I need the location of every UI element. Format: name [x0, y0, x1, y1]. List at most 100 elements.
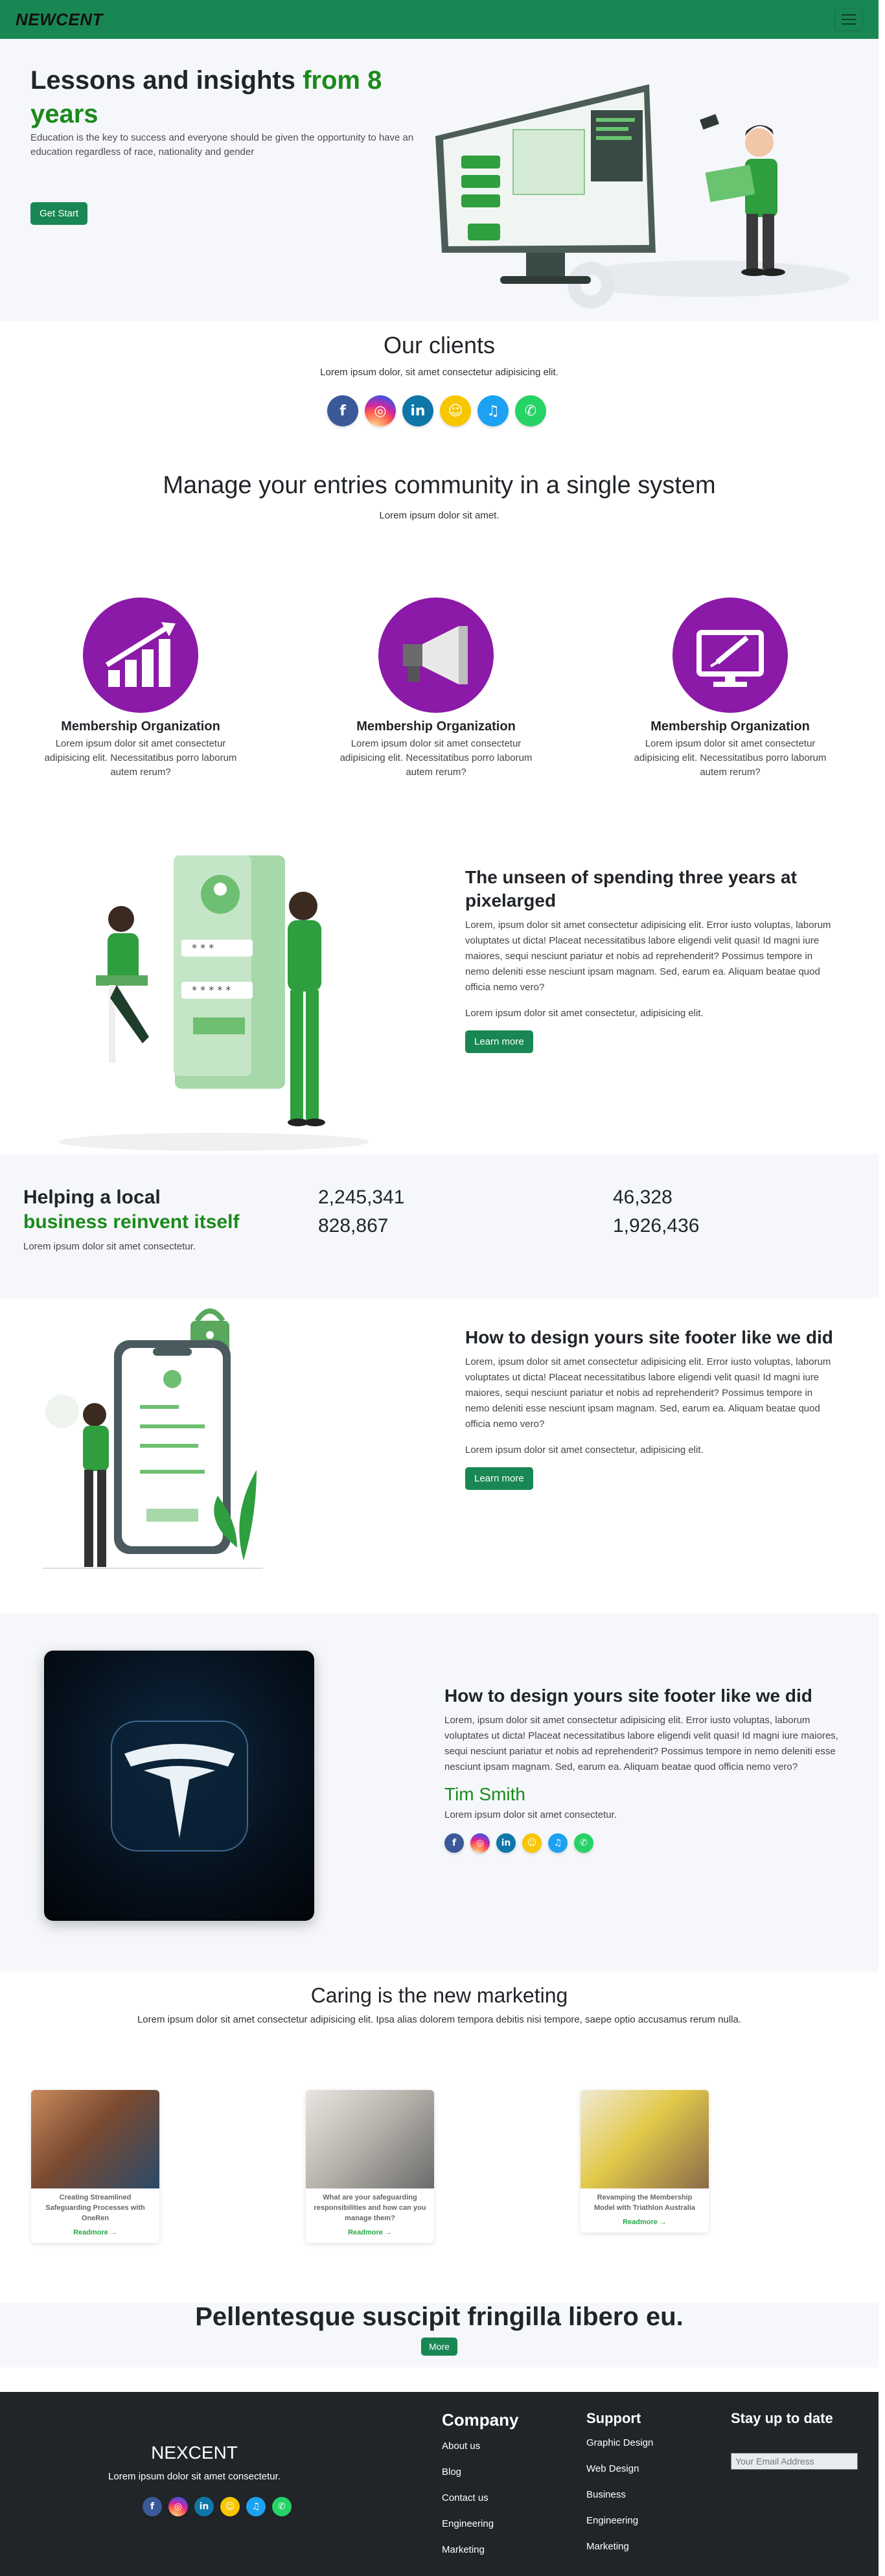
- linkedin-icon[interactable]: in: [496, 1833, 516, 1853]
- footer-support-title: Support: [586, 2410, 641, 2426]
- blog-card-image: [580, 2090, 709, 2188]
- author-social-row: f ◎ in ☺ ♫ ✆: [444, 1833, 840, 1853]
- footer-link[interactable]: Web Design: [586, 2462, 653, 2488]
- blog-card-image: [306, 2090, 434, 2188]
- brand-logo[interactable]: NEWCENT: [16, 10, 103, 30]
- menu-icon: [842, 14, 856, 16]
- hero-title: Lessons and insights from 8 years: [30, 64, 445, 131]
- blog-card-title: Revamping the Membership Model with Tria…: [593, 2194, 696, 2212]
- linkedin-icon[interactable]: in: [402, 395, 433, 426]
- svg-text:* * * * *: * * * * *: [192, 984, 231, 996]
- feature-title: Membership Organization: [650, 719, 810, 734]
- svg-text:* * *: * * *: [192, 942, 214, 954]
- learn-more-button[interactable]: Learn more: [465, 1467, 533, 1490]
- get-start-button[interactable]: Get Start: [30, 202, 88, 225]
- facebook-icon[interactable]: f: [143, 2497, 162, 2516]
- footer-company-title: Company: [442, 2410, 519, 2430]
- blog-card-title: Creating Streamlined Safeguarding Proces…: [45, 2194, 145, 2222]
- footer-link[interactable]: Business: [586, 2488, 653, 2514]
- blog-card[interactable]: What are your safeguarding responsibilit…: [306, 2090, 434, 2243]
- feature-text: Lorem ipsum dolor sit amet consectetur a…: [339, 738, 533, 778]
- feature-card: Membership Organization Lorem ipsum dolo…: [623, 598, 837, 780]
- instagram-icon[interactable]: ◎: [168, 2497, 188, 2516]
- page: NEWCENT Lessons and insights from 8 year…: [0, 0, 885, 2576]
- blog-card[interactable]: Creating Streamlined Safeguarding Proces…: [31, 2090, 159, 2243]
- snapchat-icon[interactable]: ☺: [220, 2497, 240, 2516]
- footer-design-paragraph: Lorem, ipsum dolor sit amet consectetur …: [465, 1356, 831, 1430]
- footer-newsletter-title: Stay up to date: [731, 2410, 833, 2426]
- stat-number: 828,867: [318, 1215, 389, 1236]
- blog-card[interactable]: Revamping the Membership Model with Tria…: [580, 2090, 709, 2233]
- feature-icon-circle: [672, 598, 788, 713]
- testimonial-paragraph: Lorem, ipsum dolor sit amet consectetur …: [444, 1715, 838, 1772]
- twitter-icon[interactable]: ♫: [477, 395, 509, 426]
- monitor-pen-icon: [696, 630, 764, 687]
- readmore-link[interactable]: Readmore →: [31, 2226, 159, 2243]
- stats-title-main: Helping a local: [23, 1187, 161, 1208]
- unseen-note: Lorem ipsum dolor sit amet consectetur, …: [465, 1008, 704, 1019]
- cta-section: Pellentesque suscipit fringilla libero e…: [0, 2303, 879, 2367]
- facebook-icon[interactable]: f: [327, 395, 358, 426]
- community-subtitle: Lorem ipsum dolor sit amet.: [379, 510, 500, 521]
- footer-link[interactable]: Engineering: [586, 2514, 653, 2540]
- stat-number: 46,328: [613, 1187, 672, 1208]
- feature-card: Membership Organization Lorem ipsum dolo…: [329, 598, 543, 780]
- twitter-icon[interactable]: ♫: [246, 2497, 266, 2516]
- testimonial-image: [44, 1651, 314, 1921]
- footer-link[interactable]: Contact us: [442, 2491, 518, 2517]
- readmore-link[interactable]: Readmore →: [306, 2226, 434, 2243]
- instagram-icon[interactable]: ◎: [365, 395, 396, 426]
- whatsapp-icon[interactable]: ✆: [515, 395, 546, 426]
- unseen-text-block: The unseen of spending three years at pi…: [465, 866, 838, 1053]
- footer-link[interactable]: Marketing: [586, 2540, 653, 2566]
- marketing-title: Caring is the new marketing: [310, 1984, 568, 2007]
- author-note: Lorem ipsum dolor sit amet consectetur.: [444, 1809, 617, 1820]
- stat-number: 2,245,341: [318, 1187, 405, 1208]
- cta-title: Pellentesque suscipit fringilla libero e…: [195, 2303, 684, 2331]
- facebook-icon[interactable]: f: [444, 1833, 464, 1853]
- stats-title-highlight: business reinvent itself: [23, 1211, 240, 1233]
- footer-design-text-block: How to design yours site footer like we …: [465, 1326, 838, 1490]
- learn-more-button[interactable]: Learn more: [465, 1030, 533, 1053]
- blog-card-title: What are your safeguarding responsibilit…: [314, 2194, 426, 2222]
- testimonial-text-block: How to design yours site footer like we …: [444, 1684, 840, 1853]
- instagram-icon[interactable]: ◎: [470, 1833, 490, 1853]
- feature-text: Lorem ipsum dolor sit amet consectetur a…: [44, 738, 237, 778]
- unseen-paragraph: Lorem, ipsum dolor sit amet consectetur …: [465, 920, 831, 993]
- twitter-icon[interactable]: ♫: [548, 1833, 568, 1853]
- menu-toggle-button[interactable]: [834, 8, 863, 31]
- feature-title: Membership Organization: [61, 719, 220, 734]
- whatsapp-icon[interactable]: ✆: [272, 2497, 292, 2516]
- whatsapp-icon[interactable]: ✆: [574, 1833, 593, 1853]
- tesla-logo-icon: [110, 1720, 248, 1851]
- blog-card-image: [31, 2090, 159, 2188]
- snapchat-icon[interactable]: ☺: [522, 1833, 542, 1853]
- readmore-link[interactable]: Readmore →: [580, 2216, 709, 2233]
- footer-link[interactable]: Blog: [442, 2465, 518, 2491]
- menu-icon-line: [842, 23, 856, 25]
- linkedin-icon[interactable]: in: [194, 2497, 214, 2516]
- footer-brand: NEXCENT: [151, 2443, 238, 2463]
- footer-social-row: f ◎ in ☺ ♫ ✆: [143, 2497, 292, 2516]
- footer-link[interactable]: Marketing: [442, 2543, 518, 2569]
- feature-icon-circle: [378, 598, 494, 713]
- hero-illustration: [435, 84, 850, 308]
- growth-chart-icon: [105, 622, 176, 687]
- hero-description: Education is the key to success and ever…: [30, 132, 414, 157]
- snapchat-icon[interactable]: ☺: [440, 395, 471, 426]
- footer-link[interactable]: Graphic Design: [586, 2436, 653, 2462]
- author-name: Tim Smith: [444, 1784, 525, 1804]
- footer-newsletter-column: Stay up to date: [731, 2404, 858, 2470]
- email-field[interactable]: [731, 2453, 858, 2470]
- footer-link[interactable]: About us: [442, 2439, 518, 2465]
- clients-subtitle: Lorem ipsum dolor, sit amet consectetur …: [320, 367, 558, 378]
- footer-design-title: How to design yours site footer like we …: [465, 1327, 833, 1347]
- testimonial-section: How to design yours site footer like we …: [0, 1613, 879, 1971]
- footer-design-note: Lorem ipsum dolor sit amet consectetur, …: [465, 1445, 704, 1456]
- clients-logo-row: f ◎ in ☺ ♫ ✆: [327, 395, 546, 426]
- feature-icon-circle: [83, 598, 198, 713]
- footer-link[interactable]: Engineering: [442, 2517, 518, 2543]
- more-button[interactable]: More: [421, 2338, 457, 2356]
- feature-text: Lorem ipsum dolor sit amet consectetur a…: [634, 738, 827, 778]
- footer-text: Lorem ipsum dolor sit amet consectetur.: [108, 2471, 281, 2482]
